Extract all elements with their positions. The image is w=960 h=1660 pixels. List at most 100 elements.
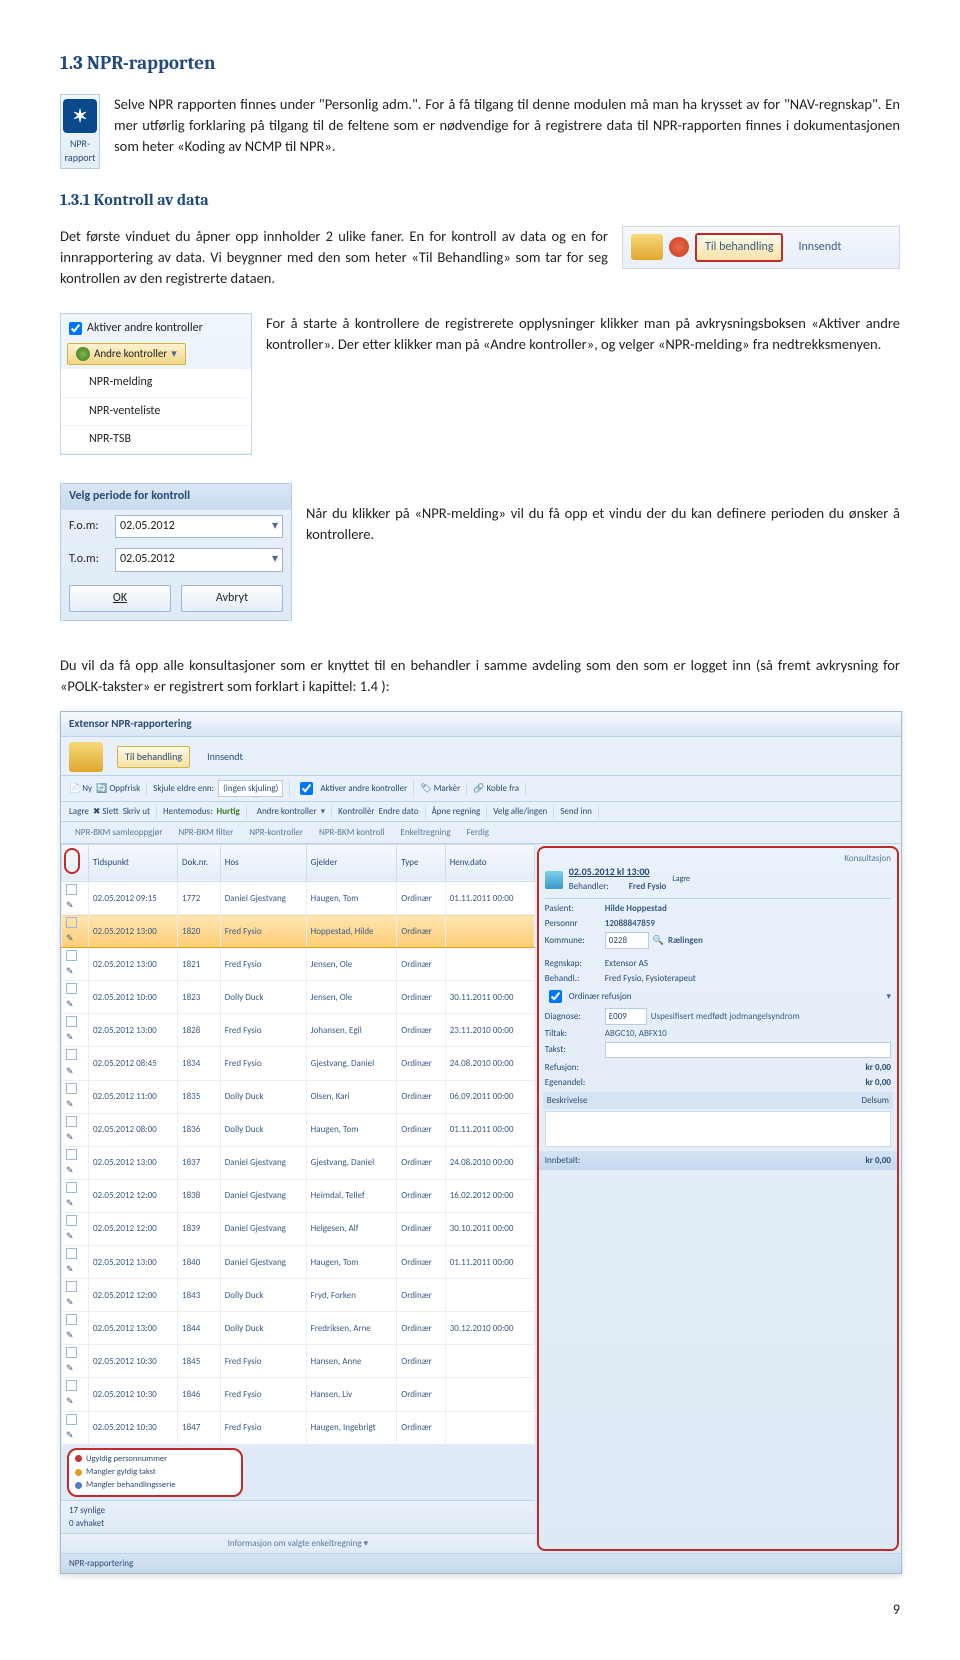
table-row[interactable]: ✎02.05.2012 12:001839Daniel GjestvangHel… <box>62 1212 535 1245</box>
koble-button[interactable]: 🔗 Koble fra <box>473 782 519 795</box>
row-checkbox[interactable] <box>66 983 77 994</box>
menu-item-npr-melding[interactable]: NPR-melding <box>61 369 251 397</box>
table-row[interactable]: ✎02.05.2012 11:001835Dolly DuckOlsen, Ka… <box>62 1080 535 1113</box>
andre-kontroller-button[interactable]: Andre kontroller ▾ <box>67 343 186 365</box>
table-row[interactable]: ✎02.05.2012 13:001821Fred FysioJensen, O… <box>62 948 535 981</box>
row-checkbox[interactable] <box>66 917 77 928</box>
table-row[interactable]: ✎02.05.2012 10:301846Fred FysioHansen, L… <box>62 1378 535 1411</box>
skjul-select[interactable]: (ingen skjuling) <box>218 780 283 797</box>
slett-button[interactable]: ✖ Slett <box>93 805 119 818</box>
endre-dato-button[interactable]: Endre dato <box>379 805 419 818</box>
row-checkbox[interactable] <box>66 1083 77 1094</box>
hurtig-button[interactable]: Hurtig <box>216 805 239 818</box>
tab-innsendt-main[interactable]: Innsendt <box>200 747 250 768</box>
behandl-label: Behandl.: <box>545 972 601 985</box>
aktiver-checkbox-tb[interactable] <box>300 782 313 795</box>
legend-box: Ugyldig personnummerMangler gyldig takst… <box>67 1448 243 1497</box>
oppfrisk-button[interactable]: 🔄Oppfrisk <box>96 782 140 795</box>
heading-1-3: 1.3 NPR-rapporten <box>60 50 900 78</box>
row-checkbox[interactable] <box>66 950 77 961</box>
save-icon[interactable] <box>545 871 563 889</box>
toolbar-section: NPR-BKM filter <box>172 824 239 841</box>
andre-kontroller-tb[interactable]: Andre kontroller <box>257 805 317 818</box>
kommune-value: Rælingen <box>668 934 703 947</box>
row-checkbox[interactable] <box>66 1414 77 1425</box>
regnskap-label: Regnskap: <box>545 957 601 970</box>
menu-item-npr-venteliste[interactable]: NPR-venteliste <box>61 398 251 426</box>
tab-til-behandling-main[interactable]: Til behandling <box>117 746 190 769</box>
beskrivelse-list[interactable] <box>545 1111 891 1147</box>
table-row[interactable]: ✎02.05.2012 12:001838Daniel GjestvangHei… <box>62 1179 535 1212</box>
page-number: 9 <box>60 1600 900 1620</box>
table-header[interactable]: Henv.dato <box>445 844 534 881</box>
table-row[interactable]: ✎02.05.2012 13:001840Daniel GjestvangHau… <box>62 1246 535 1279</box>
table-header[interactable] <box>62 844 89 881</box>
tab-innsendt[interactable]: Innsendt <box>789 234 850 261</box>
konsultasjoner-table: TidspunktDok.nr.HosGjelderTypeHenv.dato … <box>61 844 535 1445</box>
menu-item-npr-tsb[interactable]: NPR-TSB <box>61 426 251 454</box>
chevron-down-icon: ▾ <box>171 346 177 362</box>
toolbar-section: NPR-BKM samleoppgjør <box>69 824 168 841</box>
behandler-label: Behandler: <box>569 880 625 893</box>
row-checkbox[interactable] <box>66 1049 77 1060</box>
table-header[interactable]: Type <box>397 844 445 881</box>
table-row[interactable]: ✎02.05.2012 10:301845Fred FysioHansen, A… <box>62 1345 535 1378</box>
table-header[interactable]: Tidspunkt <box>89 844 178 881</box>
diagnose-kode[interactable]: E009 <box>605 1008 647 1025</box>
andre-kontroller-panel: Aktiver andre kontroller Andre kontrolle… <box>60 313 252 456</box>
lagre-label: Lagre <box>672 874 690 886</box>
paragraph-intro: Selve NPR rapporten finnes under "Person… <box>114 94 900 157</box>
row-checkbox[interactable] <box>66 884 77 895</box>
periode-dialog: Velg periode for kontroll F.o.m: 02.05.2… <box>60 483 292 621</box>
table-row[interactable]: ✎02.05.2012 13:001844Dolly DuckFredrikse… <box>62 1312 535 1345</box>
info-valgte-enkeltregning[interactable]: Informasjon om valgte enkeltregning ▾ <box>61 1533 535 1553</box>
magnify-icon[interactable]: 🔍 <box>653 934 664 947</box>
ok-button[interactable]: OK <box>69 585 171 612</box>
tom-input[interactable]: 02.05.2012▾ <box>115 548 283 571</box>
velg-alle-button[interactable]: Velg alle/ingen <box>493 805 547 818</box>
marker-button[interactable]: 🏷 Markèr <box>420 782 460 795</box>
table-row[interactable]: ✎02.05.2012 10:001823Dolly DuckJensen, O… <box>62 981 535 1014</box>
row-checkbox[interactable] <box>66 1116 77 1127</box>
row-checkbox[interactable] <box>66 1149 77 1160</box>
ny-button[interactable]: 📄Ny <box>69 782 92 795</box>
fom-value: 02.05.2012 <box>120 518 175 535</box>
apne-regning-button[interactable]: Åpne regning <box>432 805 481 818</box>
hente-label: Hentemodus: <box>163 805 212 818</box>
row-checkbox[interactable] <box>66 1215 77 1226</box>
row-checkbox[interactable] <box>66 1182 77 1193</box>
table-row[interactable]: ✎02.05.2012 08:001836Dolly DuckHaugen, T… <box>62 1113 535 1146</box>
skriv-button[interactable]: Skriv ut <box>123 805 150 818</box>
table-row[interactable]: ✎02.05.2012 13:001837Daniel GjestvangGje… <box>62 1146 535 1179</box>
row-checkbox[interactable] <box>66 1380 77 1391</box>
table-row[interactable]: ✎02.05.2012 08:451834Fred FysioGjestvang… <box>62 1047 535 1080</box>
tab-til-behandling[interactable]: Til behandling <box>695 233 783 262</box>
row-checkbox[interactable] <box>66 1248 77 1259</box>
egenandel-value: kr 0,00 <box>865 1076 891 1089</box>
ordinar-refusjon-checkbox[interactable] <box>549 990 562 1003</box>
table-header[interactable]: Hos <box>220 844 306 881</box>
lagre-button[interactable]: Lagre <box>69 805 89 818</box>
table-row[interactable]: ✎02.05.2012 09:151772Daniel GjestvangHau… <box>62 882 535 915</box>
konsultasjon-header: Konsultasjon <box>545 852 891 865</box>
table-row[interactable]: ✎02.05.2012 13:001820Fred FysioHoppestad… <box>62 915 535 948</box>
behandler-value: Fred Fysio <box>629 880 667 893</box>
table-header[interactable]: Dok.nr. <box>178 844 221 881</box>
npr-rapportering-window: Extensor NPR-rapportering Til behandling… <box>60 711 902 1574</box>
aktiver-andre-kontroller-checkbox[interactable] <box>69 322 82 335</box>
table-row[interactable]: ✎02.05.2012 10:301847Fred FysioHaugen, I… <box>62 1411 535 1444</box>
row-checkbox[interactable] <box>66 1281 77 1292</box>
table-header[interactable]: Gjelder <box>306 844 397 881</box>
takst-input[interactable] <box>605 1042 891 1058</box>
row-checkbox[interactable] <box>66 1314 77 1325</box>
fom-input[interactable]: 02.05.2012▾ <box>115 515 283 538</box>
avbryt-button[interactable]: Avbryt <box>181 585 283 612</box>
row-checkbox[interactable] <box>66 1347 77 1358</box>
send-inn-button[interactable]: Send inn <box>560 805 592 818</box>
kontroller-button[interactable]: Kontrollèr <box>338 805 374 818</box>
toolbar-section: Enkeltregning <box>394 824 456 841</box>
table-row[interactable]: ✎02.05.2012 12:001843Dolly DuckFryd, For… <box>62 1279 535 1312</box>
table-row[interactable]: ✎02.05.2012 13:001828Fred FysioJohansen,… <box>62 1014 535 1047</box>
row-checkbox[interactable] <box>66 1016 77 1027</box>
kommune-kode[interactable]: 0228 <box>605 932 649 949</box>
